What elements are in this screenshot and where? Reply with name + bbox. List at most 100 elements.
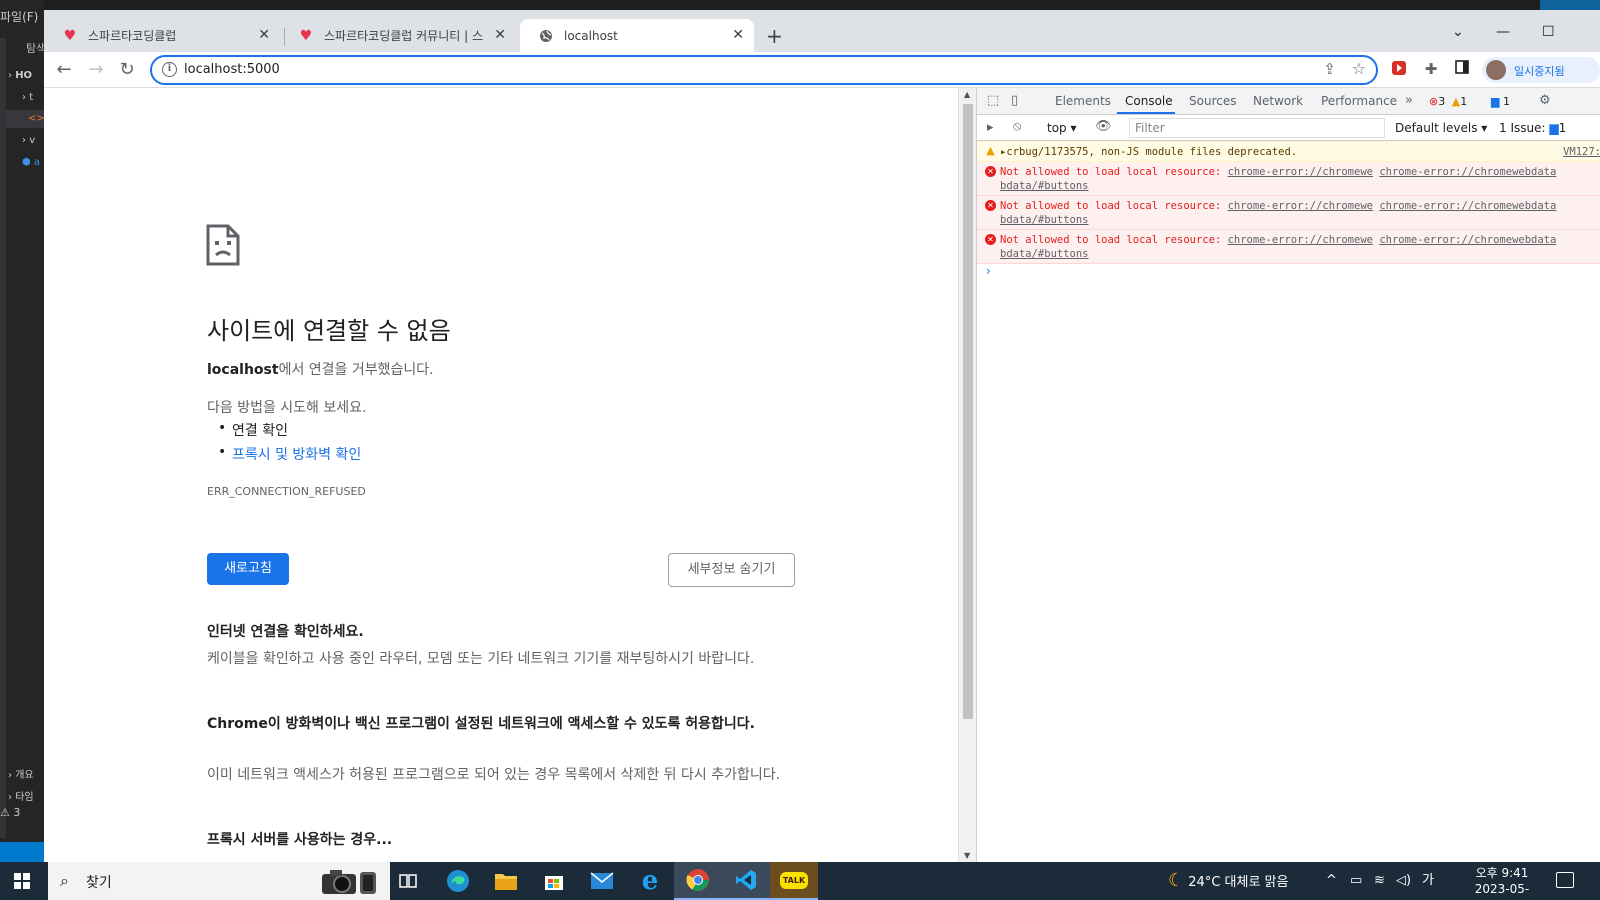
volume-icon[interactable]: ◁) — [1396, 862, 1411, 900]
chrome-taskbar-icon[interactable] — [674, 862, 722, 900]
profile-button[interactable]: 일시중지됨 — [1482, 57, 1600, 83]
info-icon[interactable]: i — [162, 62, 177, 77]
log-levels-dropdown[interactable]: Default levels ▾ — [1395, 121, 1487, 135]
new-tab-button[interactable]: + — [766, 24, 783, 48]
tab-search-icon[interactable]: ⌄ — [1452, 24, 1464, 40]
reload-button[interactable]: 새로고침 — [207, 553, 289, 585]
forward-button[interactable]: → — [84, 58, 108, 82]
network-wifi-icon[interactable]: ≋ — [1374, 862, 1385, 900]
tab-title: 스파르타코딩클럽 커뮤니티 | 스 — [324, 29, 484, 43]
close-icon[interactable]: ✕ — [494, 27, 506, 43]
more-tabs-icon[interactable]: » — [1405, 93, 1413, 108]
globe-icon — [538, 28, 554, 44]
suggestion-proxy-firewall-link[interactable]: 프록시 및 방화벽 확인 — [218, 444, 361, 464]
error-icon: ✕ — [985, 166, 996, 177]
back-button[interactable]: ← — [52, 58, 76, 82]
error-page: 사이트에 연결할 수 없음 localhost에서 연결을 거부했습니다. 다음… — [44, 88, 958, 862]
vscode-outline-section[interactable]: › 개요 — [8, 766, 34, 781]
notification-icon[interactable] — [1556, 872, 1574, 888]
tab-elements[interactable]: Elements — [1055, 94, 1111, 108]
scrollbar-thumb[interactable] — [963, 104, 973, 719]
inspect-element-icon[interactable]: ⬚ — [987, 93, 999, 108]
taskbar-search-box[interactable]: ⌕ 찾기 — [48, 862, 390, 900]
edge-icon[interactable] — [434, 862, 482, 900]
error-warning-counter[interactable]: ⊗3 ▲1 — [1429, 93, 1467, 110]
share-icon[interactable]: ⇪ — [1323, 60, 1336, 78]
camera-illustration-icon — [322, 870, 376, 894]
bookmark-star-icon[interactable]: ☆ — [1352, 59, 1366, 78]
hidden-icons-chevron[interactable]: ^ — [1326, 862, 1337, 900]
clear-console-icon[interactable]: ⦸ — [1013, 119, 1021, 134]
store-icon[interactable] — [530, 862, 578, 900]
page-scrollbar[interactable]: ▲ ▼ — [958, 88, 976, 862]
suggestion-check-connection: 연결 확인 — [218, 420, 288, 440]
mail-icon[interactable] — [578, 862, 626, 900]
weather-widget[interactable]: ☾ 24°C 대체로 맑음 — [1168, 862, 1288, 900]
warning-icon: ▲ — [986, 144, 995, 157]
windows-start-icon[interactable] — [14, 873, 30, 889]
console-filter-input[interactable]: Filter — [1129, 118, 1385, 138]
url-text[interactable]: localhost:5000 — [184, 62, 280, 77]
tab-performance[interactable]: Performance — [1321, 94, 1397, 108]
scroll-up-icon[interactable]: ▲ — [964, 90, 970, 99]
console-filter-bar: ▸ ⦸ top ▾ 👁 Filter Default levels ▾ 1 Is… — [977, 115, 1600, 141]
vscode-problems-status[interactable]: ⚠ 3 — [0, 806, 20, 819]
ime-indicator[interactable]: 가 — [1422, 862, 1434, 900]
console-warning-row[interactable]: ▲ ▸crbug/1173575, non-JS module files de… — [977, 141, 1600, 162]
tab-network[interactable]: Network — [1253, 94, 1303, 108]
vscode-tree-item[interactable]: › v — [22, 135, 35, 146]
tab-sparta-coding[interactable]: ♥ 스파르타코딩클럽 ✕ — [44, 19, 280, 52]
settings-gear-icon[interactable]: ⚙ — [1539, 93, 1551, 108]
vscode-tree-item[interactable]: › t — [22, 92, 33, 103]
kakaotalk-icon[interactable]: TALK — [770, 862, 818, 900]
tab-console[interactable]: Console — [1125, 94, 1173, 108]
vscode-taskbar-icon[interactable] — [722, 862, 770, 900]
detail-heading-internet: 인터넷 연결을 확인하세요. — [207, 624, 364, 640]
vscode-tree-item-selected[interactable]: <> — [6, 110, 48, 128]
sidebar-toggle-icon[interactable]: ▸ — [987, 120, 994, 135]
messages-counter[interactable]: ▆ 1 — [1491, 93, 1510, 110]
context-selector[interactable]: top ▾ — [1047, 121, 1077, 135]
live-expression-eye-icon[interactable]: 👁 — [1095, 119, 1112, 134]
console-error-row[interactable]: ✕ Not allowed to load local resource: ch… — [977, 162, 1600, 196]
task-view-icon[interactable] — [384, 862, 432, 900]
window-top-edge — [44, 0, 1600, 10]
reload-icon[interactable]: ↻ — [115, 58, 139, 82]
detail-text-internet: 케이블을 확인하고 사용 중인 라우터, 모뎀 또는 기타 네트워크 기기를 재… — [207, 651, 755, 667]
devtools-panel: ⬚ ▯ Elements Console Sources Network Per… — [976, 88, 1600, 862]
search-icon: ⌕ — [60, 871, 69, 890]
source-link[interactable]: VM127: — [1563, 146, 1600, 158]
tab-sources[interactable]: Sources — [1189, 94, 1236, 108]
detail-heading-proxy: 프록시 서버를 사용하는 경우... — [207, 832, 393, 848]
extensions-puzzle-icon[interactable]: ✚ — [1421, 60, 1441, 80]
chrome-window: ♥ 스파르타코딩클럽 ✕ ♥ 스파르타코딩클럽 커뮤니티 | 스 ✕ local… — [44, 0, 1600, 862]
maximize-button[interactable]: ☐ — [1542, 24, 1555, 40]
windows-taskbar: ⌕ 찾기 e TALK ☾ 24°C 대체로 맑음 ^ ▭ ≋ ◁) 가 오후 … — [0, 862, 1600, 900]
device-toolbar-icon[interactable]: ▯ — [1011, 93, 1018, 108]
close-icon[interactable]: ✕ — [732, 27, 744, 43]
vscode-window-strip: 파일(F) 탐색 › HO › t <> › v ⬢ a › 개요 › 타임 ⚠… — [0, 0, 48, 862]
tab-localhost[interactable]: localhost ✕ — [520, 19, 754, 52]
vscode-tree-item[interactable]: › HO — [8, 70, 32, 81]
tab-sparta-community[interactable]: ♥ 스파르타코딩클럽 커뮤니티 | 스 ✕ — [280, 19, 516, 52]
meet-now-icon[interactable]: ▭ — [1350, 862, 1362, 900]
error-icon: ✕ — [985, 200, 996, 211]
scroll-down-icon[interactable]: ▼ — [964, 851, 970, 860]
hide-details-button[interactable]: 세부정보 숨기기 — [668, 553, 795, 587]
side-panel-icon[interactable] — [1452, 60, 1472, 80]
address-bar[interactable]: i localhost:5000 ⇪ ☆ — [150, 55, 1378, 85]
minimize-button[interactable]: — — [1496, 24, 1510, 40]
taskbar-clock[interactable]: 오후 9:41 2023-05-16 — [1468, 865, 1536, 900]
internet-explorer-icon[interactable]: e — [626, 862, 674, 900]
console-error-row[interactable]: ✕ Not allowed to load local resource: ch… — [977, 196, 1600, 230]
console-prompt-icon[interactable]: › — [986, 264, 991, 278]
tab-title: 스파르타코딩클럽 — [88, 29, 177, 43]
console-error-row[interactable]: ✕ Not allowed to load local resource: ch… — [977, 230, 1600, 264]
issues-button[interactable]: 1 Issue: ▆1 — [1499, 121, 1566, 135]
vscode-file-menu[interactable]: 파일(F) — [0, 8, 38, 25]
file-explorer-icon[interactable] — [482, 862, 530, 900]
extension-red-icon[interactable] — [1389, 60, 1409, 80]
vscode-tree-item[interactable]: ⬢ a — [22, 157, 40, 168]
vscode-timeline-section[interactable]: › 타임 — [8, 788, 34, 803]
close-icon[interactable]: ✕ — [258, 27, 270, 43]
